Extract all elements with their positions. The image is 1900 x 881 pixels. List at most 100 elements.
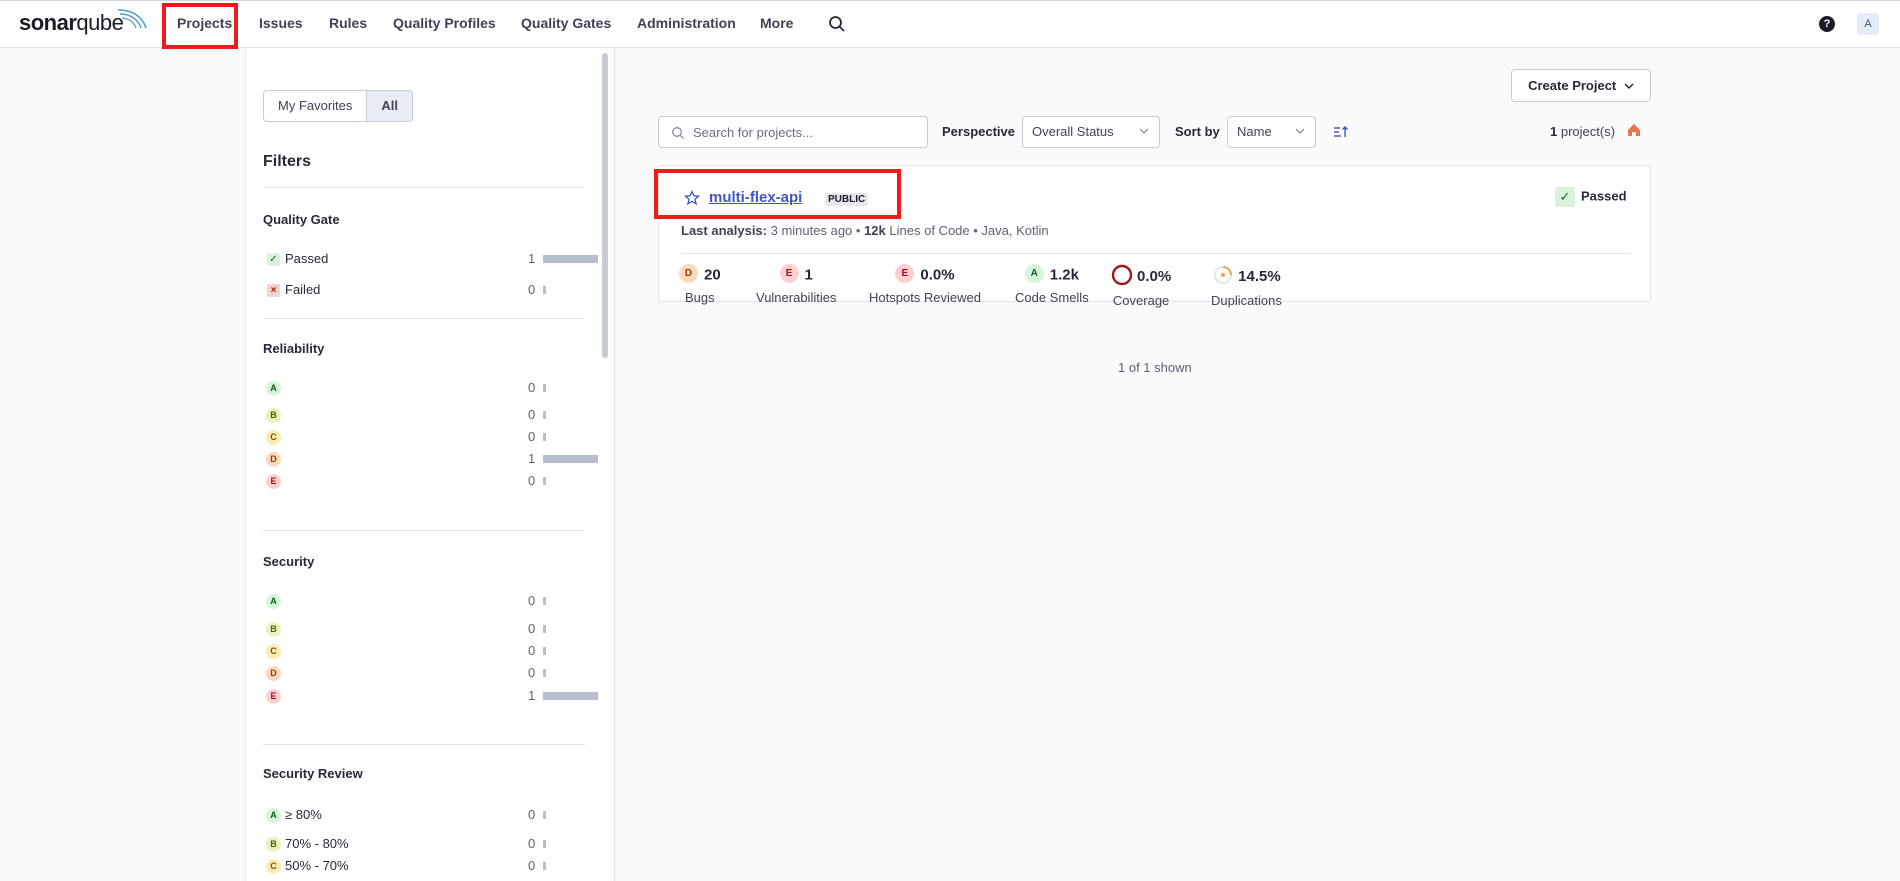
quality-gate-status: ✓ Passed bbox=[1555, 187, 1627, 207]
facet-count: 0 bbox=[528, 858, 536, 873]
facet-row-grade-a[interactable]: A ≥ 80% 0 bbox=[263, 805, 585, 825]
metric-bugs[interactable]: D 20 Bugs bbox=[679, 264, 721, 305]
rating-badge: C bbox=[266, 430, 281, 445]
facet-bar bbox=[543, 477, 546, 485]
facet-bar bbox=[543, 840, 546, 848]
rating-badge: A bbox=[1024, 264, 1044, 283]
divider bbox=[681, 253, 1631, 254]
facet-row-passed[interactable]: ✓ Passed 1 bbox=[263, 249, 598, 269]
facet-row-grade-b[interactable]: B 70% - 80% 0 bbox=[263, 834, 585, 854]
project-search-box[interactable] bbox=[658, 116, 928, 148]
metric-label: Bugs bbox=[685, 290, 715, 305]
nav-quality-gates[interactable]: Quality Gates bbox=[521, 15, 611, 31]
sort-direction-icon[interactable] bbox=[1333, 125, 1349, 139]
divider bbox=[263, 744, 585, 745]
facet-bar bbox=[543, 455, 598, 463]
nav-issues[interactable]: Issues bbox=[259, 15, 303, 31]
rating-badge: A bbox=[266, 594, 281, 609]
rating-badge: D bbox=[266, 452, 281, 467]
rating-badge: A bbox=[266, 381, 281, 396]
rating-badge: C bbox=[266, 859, 281, 874]
facet-row-grade-c[interactable]: C 50% - 70% 0 bbox=[263, 856, 585, 876]
rating-badge: B bbox=[266, 837, 281, 852]
facet-row-grade-b[interactable]: B0 bbox=[263, 619, 585, 639]
rating-badge: D bbox=[679, 264, 698, 283]
facet-bar bbox=[543, 625, 546, 633]
create-project-button[interactable]: Create Project bbox=[1511, 69, 1651, 102]
metric-hotspots-reviewed[interactable]: E 0.0% Hotspots Reviewed bbox=[869, 264, 981, 305]
perspective-select[interactable]: Overall Status bbox=[1022, 116, 1160, 148]
sort-by-label: Sort by bbox=[1175, 124, 1220, 139]
search-icon[interactable] bbox=[828, 15, 846, 33]
facet-count: 0 bbox=[528, 643, 536, 658]
nav-more[interactable]: More bbox=[760, 15, 793, 31]
facet-title-reliability: Reliability bbox=[263, 341, 325, 356]
metric-label: Vulnerabilities bbox=[756, 290, 837, 305]
project-count-suffix: project(s) bbox=[1560, 124, 1616, 139]
logo-arcs-icon bbox=[117, 9, 147, 29]
facet-row-grade-b[interactable]: B0 bbox=[263, 405, 585, 425]
passed-check-icon: ✓ bbox=[1555, 187, 1575, 207]
metric-code-smells[interactable]: A 1.2k Code Smells bbox=[1015, 264, 1089, 305]
highlight-box-project-name bbox=[654, 169, 901, 219]
facet-row-grade-c[interactable]: C0 bbox=[263, 427, 585, 447]
results-shown-text: 1 of 1 shown bbox=[1118, 360, 1192, 375]
nav-administration[interactable]: Administration bbox=[637, 15, 736, 31]
metric-value: 0.0% bbox=[1137, 267, 1172, 285]
facet-row-grade-a[interactable]: A0 bbox=[263, 378, 585, 398]
facet-bar bbox=[543, 411, 546, 419]
last-analysis-label: Last analysis: bbox=[681, 223, 767, 238]
sort-value: Name bbox=[1237, 124, 1272, 139]
facet-label: 50% - 70% bbox=[285, 858, 349, 873]
nav-rules[interactable]: Rules bbox=[329, 15, 367, 31]
facet-count: 0 bbox=[528, 407, 536, 422]
metric-duplications[interactable]: 14.5% Duplications bbox=[1211, 266, 1282, 308]
project-card: multi-flex-api PUBLIC ✓ Passed Last analy… bbox=[654, 165, 1651, 308]
facet-row-failed[interactable]: × Failed 0 bbox=[263, 280, 585, 300]
home-icon[interactable] bbox=[1626, 122, 1642, 138]
metric-label: Duplications bbox=[1211, 293, 1282, 308]
create-project-label: Create Project bbox=[1528, 78, 1617, 93]
facet-count: 0 bbox=[528, 593, 536, 608]
facet-row-grade-d[interactable]: D1 bbox=[263, 449, 598, 469]
metric-value: 1 bbox=[804, 266, 813, 284]
sonarqube-logo[interactable]: sonarqube bbox=[19, 9, 147, 36]
sidebar-scrollbar[interactable] bbox=[602, 53, 608, 358]
facet-bar bbox=[543, 692, 598, 700]
avatar[interactable]: A bbox=[1857, 13, 1879, 35]
status-label: Passed bbox=[1581, 188, 1627, 204]
sort-select[interactable]: Name bbox=[1227, 116, 1316, 148]
divider bbox=[263, 187, 585, 188]
metric-coverage[interactable]: 0.0% Coverage bbox=[1111, 264, 1172, 308]
failed-x-icon: × bbox=[267, 284, 280, 297]
rating-badge: E bbox=[266, 689, 281, 704]
nav-quality-profiles[interactable]: Quality Profiles bbox=[393, 15, 496, 31]
facet-row-grade-d[interactable]: D0 bbox=[263, 663, 585, 683]
facet-label: Failed bbox=[285, 282, 321, 297]
facet-bar bbox=[543, 433, 546, 441]
project-count: 1 project(s) bbox=[1550, 124, 1615, 139]
rating-badge: E bbox=[779, 264, 799, 283]
toggle-my-favorites[interactable]: My Favorites bbox=[264, 91, 366, 121]
highlight-box-projects bbox=[162, 3, 238, 49]
metric-vulnerabilities[interactable]: E1 Vulnerabilities bbox=[756, 264, 837, 305]
facet-row-grade-e[interactable]: E0 bbox=[263, 471, 585, 491]
facet-bar bbox=[543, 669, 546, 677]
search-input[interactable] bbox=[693, 117, 923, 147]
chevron-down-icon bbox=[1624, 83, 1634, 90]
toggle-all[interactable]: All bbox=[366, 91, 413, 121]
facet-bar bbox=[543, 862, 546, 870]
divider bbox=[263, 318, 585, 319]
help-icon[interactable]: ? bbox=[1819, 16, 1835, 32]
last-analysis-value: 3 minutes ago bbox=[770, 223, 853, 238]
facet-count: 1 bbox=[528, 451, 536, 466]
facet-label: ≥ 80% bbox=[285, 807, 322, 822]
facet-row-grade-a[interactable]: A0 bbox=[263, 591, 585, 611]
facet-row-grade-e[interactable]: E1 bbox=[263, 686, 598, 706]
facet-label: Passed bbox=[285, 251, 329, 266]
facet-row-grade-c[interactable]: C0 bbox=[263, 641, 585, 661]
metric-value: 1.2k bbox=[1049, 266, 1079, 284]
facet-count: 0 bbox=[528, 380, 536, 395]
rating-badge: A bbox=[266, 808, 281, 823]
facet-count: 0 bbox=[528, 621, 536, 636]
